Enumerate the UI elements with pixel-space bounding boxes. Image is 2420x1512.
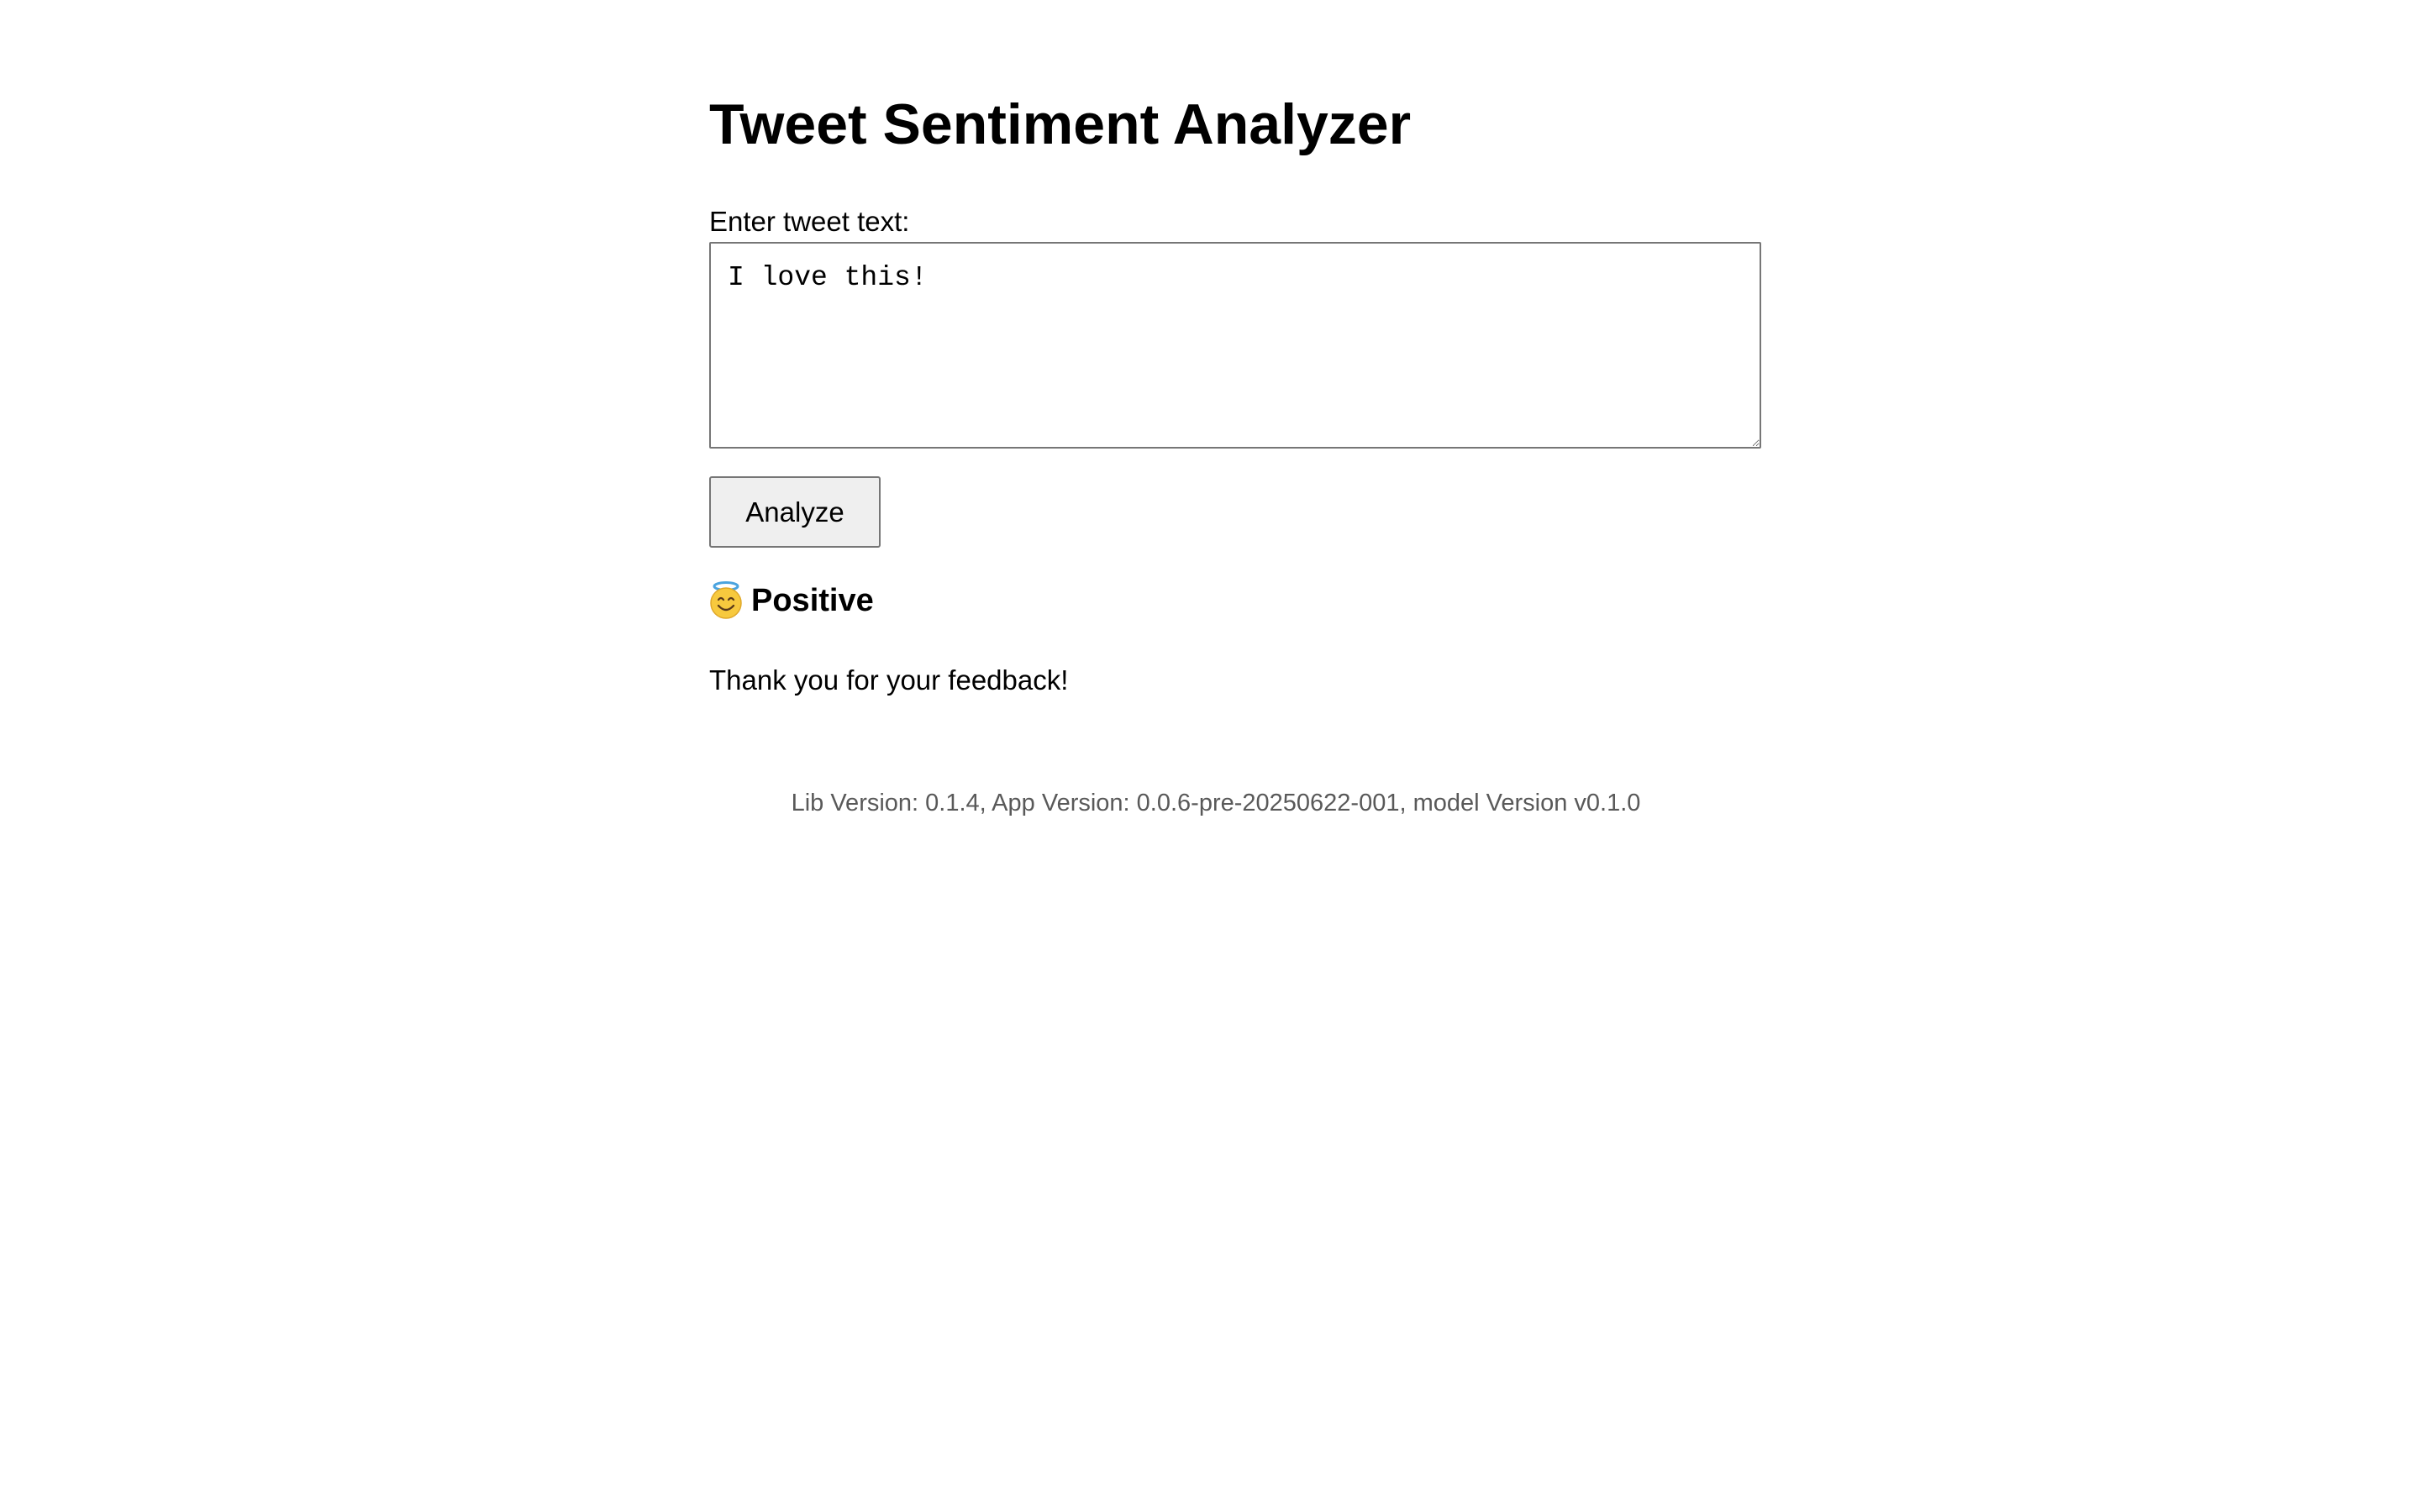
sentiment-result: Positive: [709, 581, 874, 620]
tweet-input-label: Enter tweet text:: [709, 206, 910, 237]
tweet-text-input[interactable]: [709, 242, 1761, 449]
version-info: Lib Version: 0.1.4, App Version: 0.0.6-p…: [791, 790, 1641, 816]
page-title: Tweet Sentiment Analyzer: [709, 92, 1412, 156]
analyze-button[interactable]: Analyze: [709, 476, 881, 548]
sentiment-label: Positive: [751, 583, 874, 618]
feedback-message: Thank you for your feedback!: [709, 664, 1069, 696]
smiling-face-with-halo-icon: [709, 581, 743, 620]
